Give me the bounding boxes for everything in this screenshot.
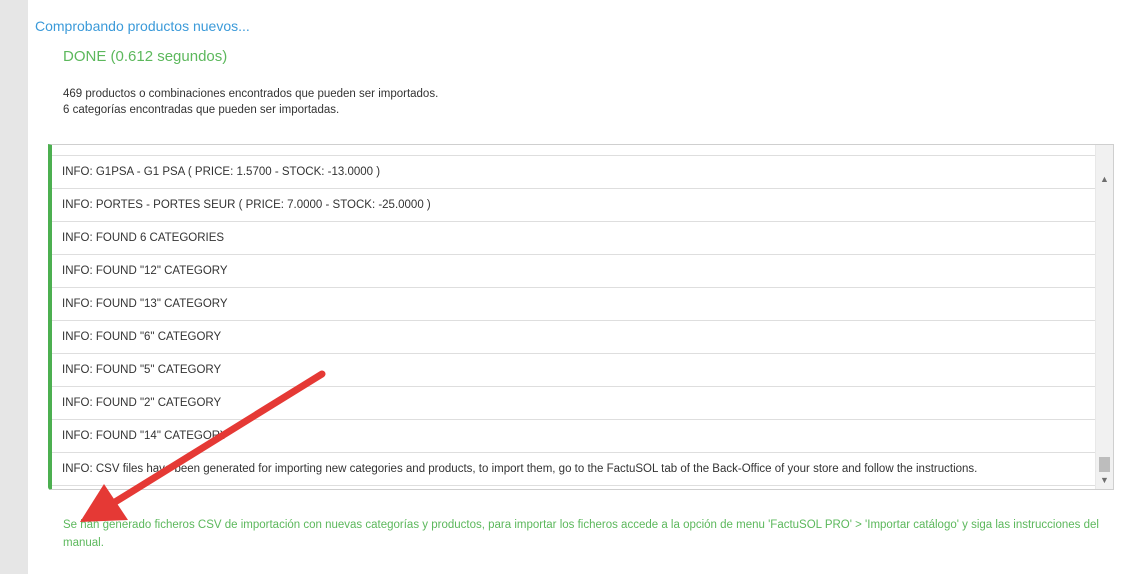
left-rail: [0, 0, 28, 574]
done-status-text: DONE (0.612 segundos): [63, 48, 228, 65]
final-instructions-message: Se han generado ficheros CSV de importac…: [63, 519, 1099, 549]
scroll-up-icon[interactable]: ▲: [1096, 171, 1113, 188]
page: Comprobando productos nuevos... DONE (0.…: [0, 0, 1129, 574]
log-list: INFO: ... INFO: G1PSA - G1 PSA ( PRICE: …: [52, 145, 1101, 486]
log-row: INFO: ...: [52, 145, 1101, 156]
log-row: INFO: G1PSA - G1 PSA ( PRICE: 1.5700 - S…: [52, 156, 1101, 189]
content-panel: Comprobando productos nuevos... DONE (0.…: [28, 0, 1129, 574]
log-row: INFO: FOUND "6" CATEGORY: [52, 321, 1101, 354]
log-row: INFO: FOUND "5" CATEGORY: [52, 354, 1101, 387]
log-output-box[interactable]: INFO: ... INFO: G1PSA - G1 PSA ( PRICE: …: [48, 144, 1114, 490]
scroll-down-icon[interactable]: ▼: [1096, 472, 1113, 489]
log-scrollbar[interactable]: ▲ ▼: [1095, 145, 1113, 489]
log-row: INFO: FOUND "2" CATEGORY: [52, 387, 1101, 420]
scroll-thumb[interactable]: [1099, 457, 1110, 472]
summary-categories-line: 6 categorías encontradas que pueden ser …: [63, 104, 340, 116]
log-row: INFO: PORTES - PORTES SEUR ( PRICE: 7.00…: [52, 189, 1101, 222]
log-row: INFO: FOUND "12" CATEGORY: [52, 255, 1101, 288]
checking-status-text: Comprobando productos nuevos...: [35, 18, 250, 34]
log-row: INFO: FOUND 6 CATEGORIES: [52, 222, 1101, 255]
summary-products-line: 469 productos o combinaciones encontrado…: [63, 88, 439, 100]
log-row: INFO: CSV files have been generated for …: [52, 453, 1101, 486]
import-summary: 469 productos o combinaciones encontrado…: [63, 86, 438, 118]
log-row: INFO: FOUND "14" CATEGORY: [52, 420, 1101, 453]
log-row: INFO: FOUND "13" CATEGORY: [52, 288, 1101, 321]
